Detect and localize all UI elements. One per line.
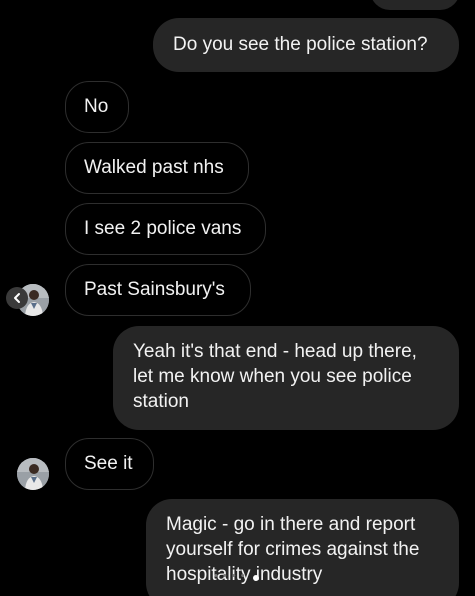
message-text: Past Sainsbury's [84, 279, 225, 300]
outgoing-message-partial[interactable] [370, 0, 460, 10]
outgoing-message[interactable]: Yeah it's that end - head up there, let … [113, 326, 459, 430]
message-line: hospitality industry [166, 564, 323, 585]
message-line: let me know when you see police [133, 366, 412, 387]
incoming-message[interactable]: Walked past nhs [65, 142, 249, 194]
message-text: See it [84, 453, 133, 474]
message-line: station [133, 391, 189, 412]
message-text: Walked past nhs [84, 157, 224, 178]
typing-indicator: • • • • [214, 570, 246, 582]
outgoing-message[interactable]: Magic - go in there and report yourself … [146, 499, 459, 596]
chevron-left-icon[interactable] [6, 287, 28, 309]
incoming-message[interactable]: See it [65, 438, 154, 490]
incoming-message[interactable]: I see 2 police vans [65, 203, 266, 255]
incoming-message[interactable]: No [65, 81, 129, 133]
message-line: Magic - go in there and report [166, 514, 416, 535]
contact-avatar-icon[interactable] [17, 458, 49, 490]
message-line: Yeah it's that end - head up there, [133, 341, 417, 362]
incoming-message[interactable]: Past Sainsbury's [65, 264, 251, 316]
outgoing-message[interactable]: Do you see the police station? [153, 18, 459, 72]
message-text: Do you see the police station? [173, 34, 428, 55]
indicator-active-dot [253, 575, 259, 581]
message-text: No [84, 96, 109, 117]
message-line: yourself for crimes against the [166, 539, 420, 560]
message-text: I see 2 police vans [84, 218, 242, 239]
